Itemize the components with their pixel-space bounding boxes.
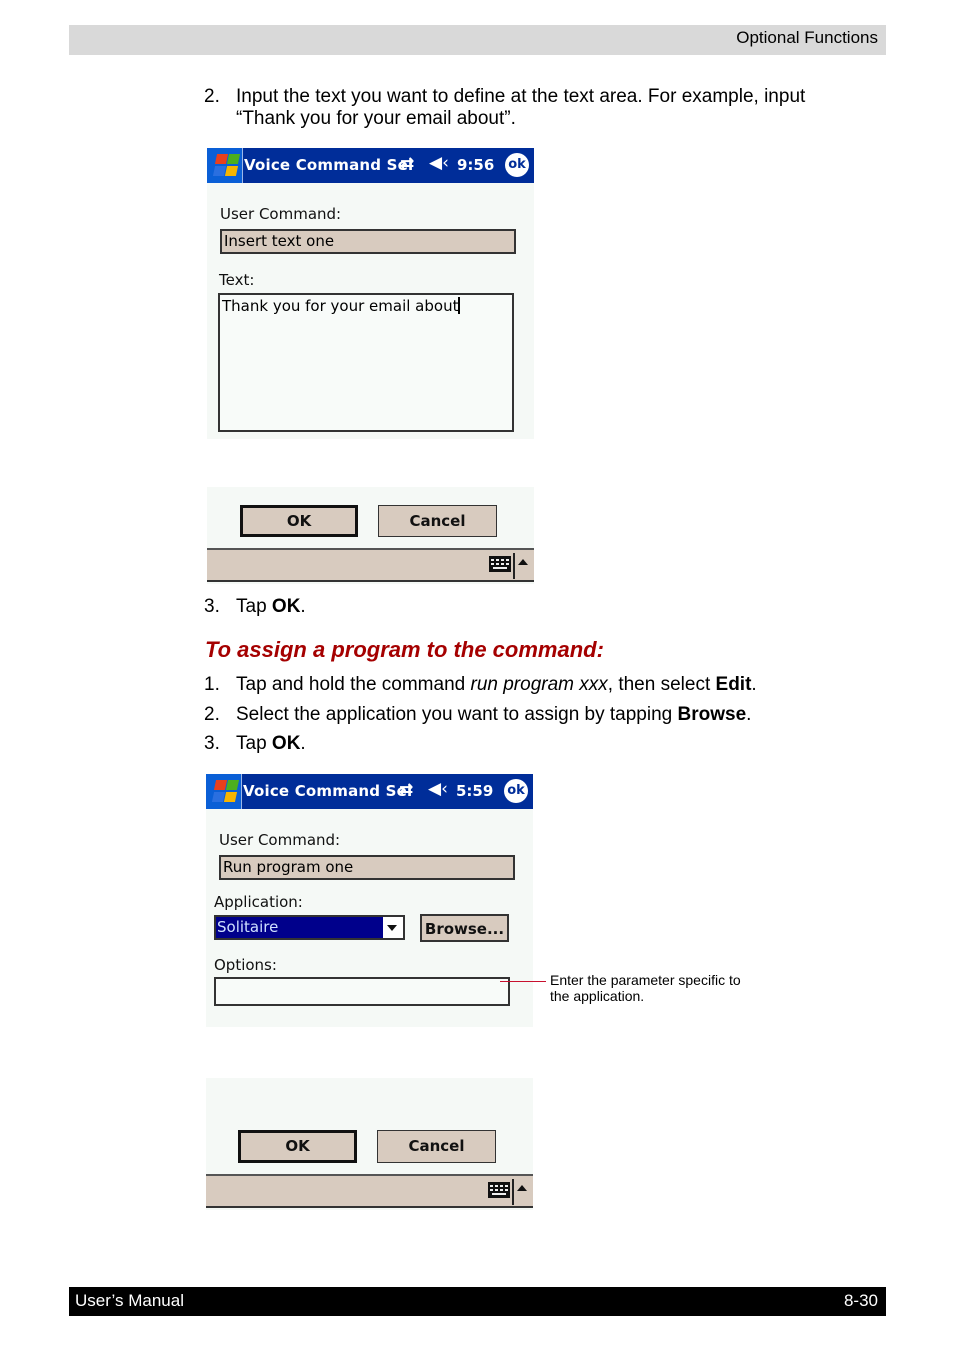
- keyboard-icon[interactable]: [489, 556, 511, 572]
- volume-icon[interactable]: ◀‹: [428, 779, 448, 799]
- step-suffix: .: [746, 704, 752, 725]
- pda-screen-run-program-bottom: OK Cancel: [206, 1078, 533, 1210]
- pda-screen-insert-text: Voice Command Sel ⇄ ◀‹ 9:56 ok User Comm…: [207, 148, 534, 439]
- windows-start-icon[interactable]: [206, 774, 242, 809]
- header-title: Optional Functions: [736, 28, 878, 47]
- browse-button[interactable]: Browse...: [420, 914, 509, 942]
- pda-screen-insert-text-bottom: OK Cancel: [207, 487, 534, 584]
- sync-icon[interactable]: ⇄: [400, 154, 414, 174]
- ok-close-button[interactable]: ok: [505, 153, 529, 177]
- page-footer: User’s Manual 8-30: [69, 1287, 886, 1316]
- application-label: Application:: [214, 893, 303, 911]
- application-dropdown[interactable]: Solitaire: [214, 915, 405, 940]
- callout-text: Enter the parameter specific to the appl…: [550, 972, 741, 1004]
- cancel-button[interactable]: Cancel: [377, 1130, 496, 1163]
- step-number: 3.: [204, 596, 220, 617]
- windows-start-icon[interactable]: [207, 148, 243, 183]
- step-text-line1: Input the text you want to define at the…: [236, 86, 806, 107]
- ok-close-button[interactable]: ok: [504, 779, 528, 803]
- callout-line2: the application.: [550, 988, 645, 1004]
- user-command-label: User Command:: [220, 205, 342, 223]
- step-3-tap-ok: 3. Tap OK.: [204, 596, 504, 618]
- section-heading: To assign a program to the command:: [205, 637, 604, 662]
- text-caret: [458, 297, 461, 314]
- user-command-label: User Command:: [219, 831, 341, 849]
- text-area[interactable]: Thank you for your email about: [218, 293, 514, 432]
- step-text: Tap and hold the command: [236, 674, 471, 695]
- cancel-button[interactable]: Cancel: [378, 505, 497, 537]
- clock-time[interactable]: 5:59: [456, 782, 493, 800]
- sip-up-arrow-icon[interactable]: [518, 559, 528, 565]
- sync-icon[interactable]: ⇄: [399, 780, 413, 800]
- step-text: Tap: [236, 596, 272, 617]
- clock-time[interactable]: 9:56: [457, 156, 494, 174]
- sip-divider: [513, 553, 515, 579]
- chevron-down-icon[interactable]: [387, 925, 397, 931]
- user-command-field[interactable]: Run program one: [219, 855, 515, 880]
- command-bar: [206, 1174, 533, 1208]
- step-text: Select the application you want to assig…: [236, 704, 678, 725]
- sip-up-arrow-icon[interactable]: [517, 1185, 527, 1191]
- volume-icon[interactable]: ◀‹: [429, 153, 449, 173]
- app-title: Voice Command Sel: [244, 156, 414, 174]
- step-suffix: .: [300, 733, 306, 754]
- ok-button[interactable]: OK: [240, 505, 358, 537]
- pda-titlebar: Voice Command Sel ⇄ ◀‹ 5:59 ok: [206, 774, 533, 809]
- text-area-value: Thank you for your email about: [222, 297, 459, 315]
- command-bar: [207, 548, 534, 582]
- callout-line1: Enter the parameter specific to: [550, 972, 741, 988]
- callout-line: [500, 981, 546, 982]
- page-number: 8-30: [843, 1291, 878, 1310]
- user-command-field[interactable]: Insert text one: [220, 229, 516, 254]
- assign-step-2: 2. Select the application you want to as…: [204, 704, 844, 726]
- page-header: Optional Functions: [69, 25, 886, 55]
- assign-step-3: 3. Tap OK.: [204, 733, 844, 755]
- keyboard-icon[interactable]: [488, 1182, 510, 1198]
- step-text-line2: “Thank you for your email about”.: [236, 108, 516, 129]
- footer-manual-title: User’s Manual: [75, 1291, 184, 1310]
- step-number: 2.: [204, 704, 220, 725]
- ok-button[interactable]: OK: [238, 1130, 357, 1163]
- step-number: 3.: [204, 733, 220, 754]
- step-bold: Browse: [677, 704, 747, 725]
- pda-screen-run-program: Voice Command Sel ⇄ ◀‹ 5:59 ok User Comm…: [206, 774, 533, 1027]
- step-bold: Edit: [715, 674, 752, 695]
- application-selected-value: Solitaire: [216, 917, 383, 938]
- step-text: Tap: [236, 733, 272, 754]
- assign-step-1: 1. Tap and hold the command run program …: [204, 674, 844, 696]
- step-bold: OK: [271, 733, 301, 754]
- step-text: , then select: [607, 674, 716, 695]
- app-title: Voice Command Sel: [243, 782, 413, 800]
- step-suffix: .: [300, 596, 306, 617]
- step-bold: OK: [271, 596, 301, 617]
- sip-divider: [512, 1179, 514, 1205]
- step-number: 2.: [204, 86, 220, 107]
- step-2-input-text: 2. Input the text you want to define at …: [204, 86, 864, 132]
- step-suffix: .: [751, 674, 757, 695]
- options-label: Options:: [214, 956, 277, 974]
- step-number: 1.: [204, 674, 220, 695]
- options-field[interactable]: [214, 977, 510, 1006]
- pda-titlebar: Voice Command Sel ⇄ ◀‹ 9:56 ok: [207, 148, 534, 183]
- step-italic: run program xxx: [470, 674, 608, 695]
- text-label: Text:: [219, 271, 255, 289]
